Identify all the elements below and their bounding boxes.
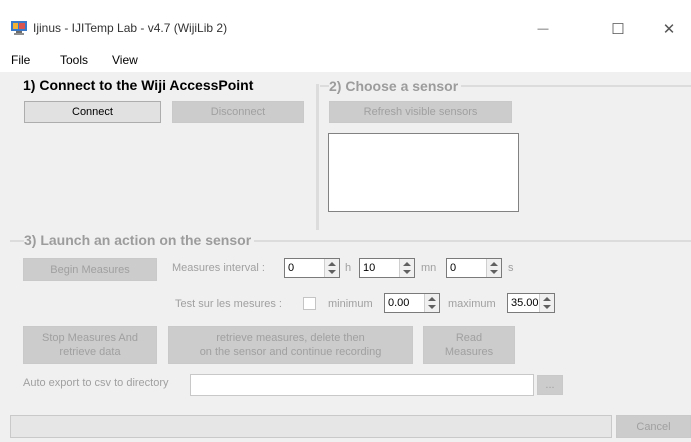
retrieve-label-line2: on the sensor and continue recording [199,346,382,358]
spin-down-icon [490,270,498,274]
interval-hours-value: 0 [288,262,295,274]
spin-up-icon [490,262,498,266]
retrieve-delete-continue-button[interactable]: retrieve measures, delete then on the se… [168,326,413,364]
maximum-stepper[interactable]: 35.00 [507,293,555,313]
cancel-button[interactable]: Cancel [616,415,691,438]
stop-measures-label-line1: Stop Measures And [41,332,138,344]
minutes-unit-label: mn [421,262,437,274]
maximize-icon: ☐ [611,21,625,38]
spin-down-icon [428,305,436,309]
minimize-icon: — [537,23,549,35]
connect-group-title: 1) Connect to the Wiji AccessPoint [23,77,257,93]
group-border [316,84,319,230]
menu-view[interactable]: View [112,53,138,67]
browse-directory-label: ... [545,379,555,391]
app-icon [11,21,27,35]
minimum-label: minimum [328,298,373,310]
action-group-title: 3) Launch an action on the sensor [24,232,255,248]
title-bar: Ijinus - IJITemp Lab - v4.7 (WijiLib 2) … [0,0,691,44]
spin-down-icon [328,270,336,274]
spin-down-icon [543,305,551,309]
stepper-buttons[interactable] [399,259,414,277]
connect-button[interactable]: Connect [24,101,161,123]
browse-directory-button[interactable]: ... [537,375,563,395]
test-measures-checkbox[interactable] [303,297,316,310]
spin-up-icon [543,297,551,301]
export-label: Auto export to csv to directory [23,377,169,389]
menu-tools[interactable]: Tools [60,53,88,67]
test-measures-label: Test sur les mesures : [175,298,282,310]
window-title: Ijinus - IJITemp Lab - v4.7 (WijiLib 2) [33,21,228,35]
stepper-buttons[interactable] [424,294,439,312]
stepper-buttons[interactable] [324,259,339,277]
hours-unit-label: h [345,262,352,274]
interval-label: Measures interval : [172,262,265,274]
retrieve-label-line1: retrieve measures, delete then [216,332,365,344]
disconnect-button-label: Disconnect [210,106,266,118]
minimum-value: 0.00 [388,297,410,309]
export-directory-input[interactable] [190,374,534,396]
status-bar [10,415,612,438]
interval-minutes-value: 10 [363,262,376,274]
sensor-list[interactable] [328,133,519,212]
connect-button-label: Connect [72,106,113,118]
app-window: Ijinus - IJITemp Lab - v4.7 (WijiLib 2) … [0,0,691,442]
stepper-buttons[interactable] [486,259,501,277]
minimize-button[interactable]: — [520,14,566,44]
sensor-group-title: 2) Choose a sensor [329,78,462,94]
read-measures-button[interactable]: Read Measures [423,326,515,364]
close-icon: ✕ [662,21,676,38]
spin-up-icon [428,297,436,301]
close-button[interactable]: ✕ [646,14,691,44]
begin-measures-button[interactable]: Begin Measures [23,258,157,281]
cancel-button-label: Cancel [636,420,671,433]
seconds-unit-label: s [508,262,514,274]
spin-up-icon [328,262,336,266]
read-measures-label-line1: Read [455,332,483,344]
disconnect-button[interactable]: Disconnect [172,101,304,123]
spin-up-icon [403,262,411,266]
begin-measures-label: Begin Measures [50,263,130,276]
stepper-buttons[interactable] [539,294,554,312]
stop-measures-label-line2: retrieve data [59,346,121,358]
refresh-sensors-label: Refresh visible sensors [363,106,478,118]
menu-file[interactable]: File [11,53,30,67]
minimum-stepper[interactable]: 0.00 [384,293,440,313]
interval-seconds-stepper[interactable]: 0 [446,258,502,278]
read-measures-label-line2: Measures [444,346,494,358]
stop-measures-button[interactable]: Stop Measures And retrieve data [23,326,157,364]
spin-down-icon [403,270,411,274]
refresh-sensors-button[interactable]: Refresh visible sensors [329,101,512,123]
interval-minutes-stepper[interactable]: 10 [359,258,415,278]
interval-hours-stepper[interactable]: 0 [284,258,340,278]
maximum-label: maximum [448,298,496,310]
interval-seconds-value: 0 [450,262,457,274]
maximum-value: 35.00 [511,297,539,309]
maximize-button[interactable]: ☐ [595,14,641,44]
menu-bar: File Tools View [0,44,691,72]
